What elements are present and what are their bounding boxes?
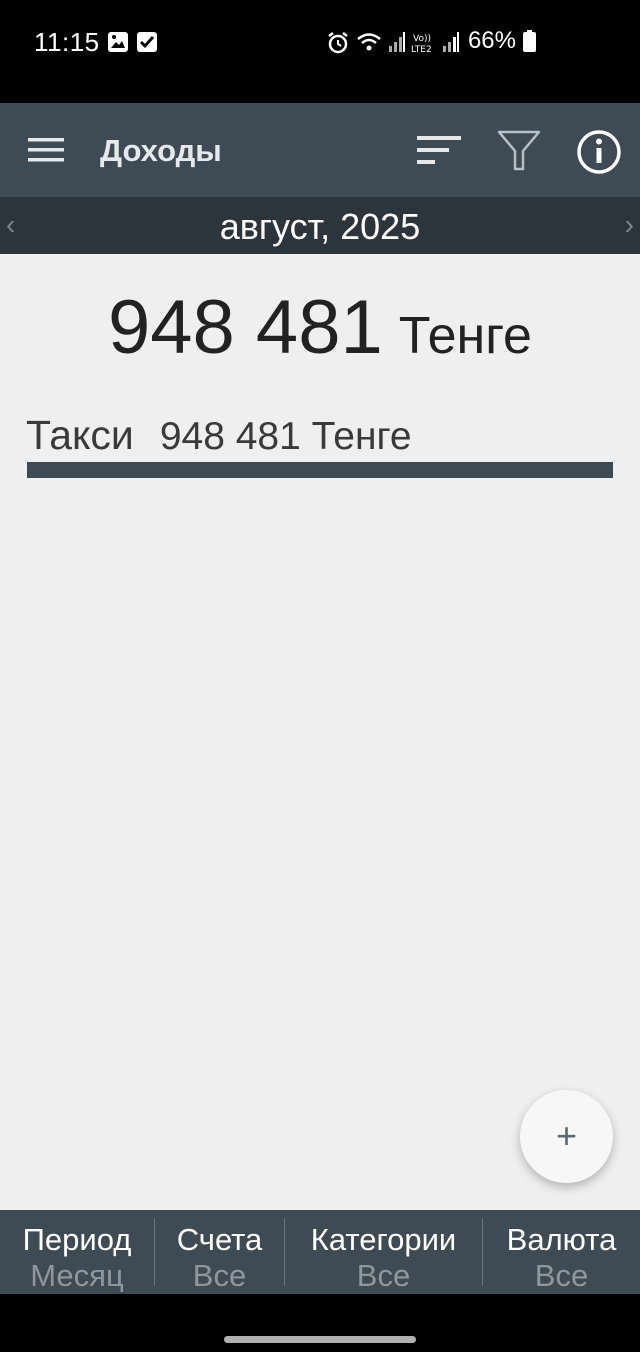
filter-accounts-title: Счета [176, 1222, 263, 1257]
add-income-button[interactable]: + [520, 1090, 613, 1183]
volte-icon: Vo)) LTE2 [411, 34, 432, 55]
filter-currency-title: Валюта [506, 1222, 617, 1257]
filter-period-title: Период [22, 1222, 132, 1257]
menu-icon[interactable] [28, 136, 64, 164]
svg-text:LTE2: LTE2 [411, 45, 432, 55]
alarm-icon [328, 32, 348, 54]
filter-categories-title: Категории [310, 1222, 457, 1257]
filter-accounts-value: Все [192, 1258, 247, 1293]
signal-icon [443, 32, 459, 52]
sort-icon[interactable] [415, 133, 463, 169]
category-item[interactable]: Такси 948 481 Тенге [26, 412, 412, 459]
period-label[interactable]: август, 2025 [0, 206, 640, 248]
check-icon [137, 32, 157, 52]
svg-text:Vo)): Vo)) [413, 34, 431, 44]
filter-period-value: Месяц [30, 1258, 124, 1293]
info-icon[interactable] [576, 129, 622, 175]
filter-icon[interactable] [496, 129, 542, 173]
total-income: 948 481 Тенге [0, 284, 640, 371]
status-time: 11:15 [34, 27, 100, 57]
status-bar: 11:15 Vo)) LTE2 66% [0, 0, 640, 103]
next-period-button[interactable]: › [625, 209, 634, 241]
filter-categories-value: Все [356, 1258, 411, 1293]
image-icon [108, 32, 128, 52]
filter-currency-value: Все [534, 1258, 589, 1293]
page-title: Доходы [100, 133, 222, 168]
filter-bar: Период Месяц Счета Все Категории Все Вал… [0, 1210, 640, 1294]
app-bar: Доходы [0, 103, 640, 197]
battery-percent: 66% [467, 27, 516, 54]
filter-period[interactable]: Период Месяц [0, 1210, 154, 1294]
category-share-bar [27, 462, 613, 478]
filter-accounts[interactable]: Счета Все [155, 1210, 284, 1294]
signal-icon [389, 32, 405, 52]
filter-categories[interactable]: Категории Все [285, 1210, 482, 1294]
home-gesture-bar[interactable] [224, 1336, 416, 1343]
system-nav-bar [0, 1294, 640, 1352]
income-summary: 948 481 Тенге Такси 948 481 Тенге [0, 254, 640, 1210]
category-amount: 948 481 Тенге [159, 415, 412, 458]
period-navigator: ‹ август, 2025 › [0, 197, 640, 254]
total-amount: 948 481 [108, 285, 383, 370]
total-currency: Тенге [398, 307, 532, 365]
wifi-icon [357, 33, 381, 51]
filter-currency[interactable]: Валюта Все [483, 1210, 640, 1294]
battery-icon [523, 30, 536, 52]
category-name: Такси [26, 412, 134, 458]
